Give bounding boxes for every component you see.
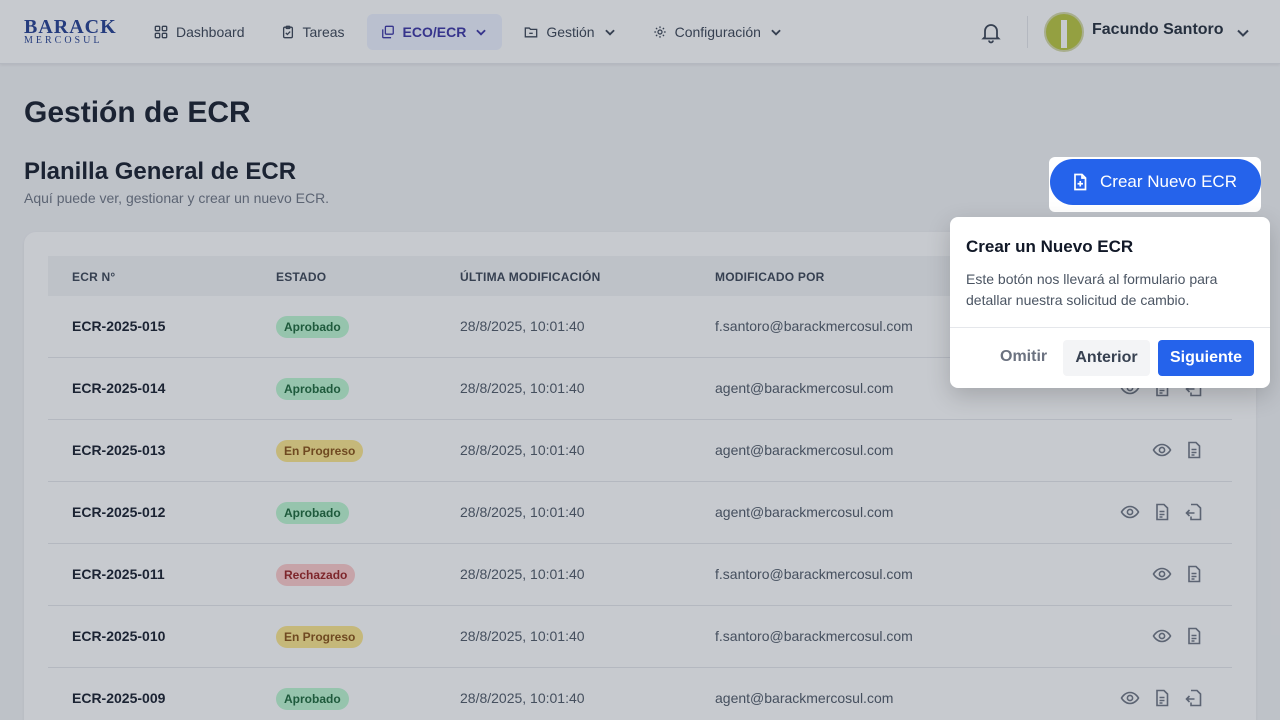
popover-divider bbox=[950, 327, 1270, 328]
popover-description: Este botón nos llevará al formulario par… bbox=[966, 271, 1218, 308]
create-ecr-label: Crear Nuevo ECR bbox=[1100, 172, 1237, 191]
popover-title: Crear un Nuevo ECR bbox=[966, 237, 1134, 256]
skip-button[interactable]: Omitir bbox=[1000, 348, 1047, 366]
file-plus-icon bbox=[1074, 173, 1087, 191]
create-ecr-button[interactable]: Crear Nuevo ECR bbox=[1050, 159, 1261, 205]
next-button[interactable]: Siguiente bbox=[1158, 340, 1254, 376]
previous-button[interactable]: Anterior bbox=[1063, 340, 1150, 376]
